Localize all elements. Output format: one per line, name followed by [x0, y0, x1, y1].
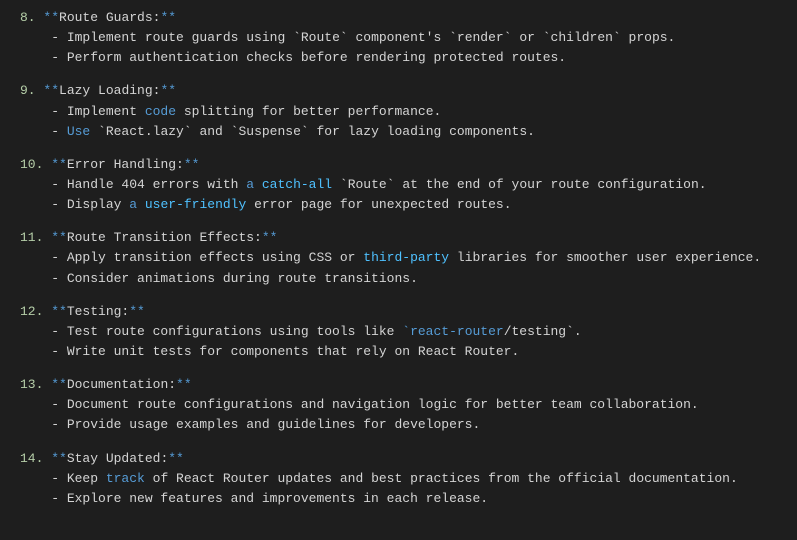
section: 12. **Testing:** - Test route configurat… — [20, 302, 797, 362]
code-line: - Implement code splitting for better pe… — [20, 102, 797, 122]
code-line: - Handle 404 errors with a catch-all `Ro… — [20, 175, 797, 195]
section: 10. **Error Handling:** - Handle 404 err… — [20, 155, 797, 215]
editor-content[interactable]: 8. **Route Guards:** - Implement route g… — [20, 8, 797, 509]
code-line: 8. **Route Guards:** — [20, 8, 797, 28]
code-line: - Explore new features and improvements … — [20, 489, 797, 509]
section: 13. **Documentation:** - Document route … — [20, 375, 797, 435]
section: 11. **Route Transition Effects:** - Appl… — [20, 228, 797, 288]
code-line: - Use `React.lazy` and `Suspense` for la… — [20, 122, 797, 142]
code-line: - Display a user-friendly error page for… — [20, 195, 797, 215]
code-line: - Apply transition effects using CSS or … — [20, 248, 797, 268]
code-line: - Provide usage examples and guidelines … — [20, 415, 797, 435]
code-line: 9. **Lazy Loading:** — [20, 81, 797, 101]
code-line: - Test route configurations using tools … — [20, 322, 797, 342]
section: 8. **Route Guards:** - Implement route g… — [20, 8, 797, 68]
code-line: 13. **Documentation:** — [20, 375, 797, 395]
code-line: 14. **Stay Updated:** — [20, 449, 797, 469]
section: 9. **Lazy Loading:** - Implement code sp… — [20, 81, 797, 141]
code-line: 11. **Route Transition Effects:** — [20, 228, 797, 248]
code-line: 10. **Error Handling:** — [20, 155, 797, 175]
code-line: - Implement route guards using `Route` c… — [20, 28, 797, 48]
code-line: - Consider animations during route trans… — [20, 269, 797, 289]
section: 14. **Stay Updated:** - Keep track of Re… — [20, 449, 797, 509]
code-line: - Keep track of React Router updates and… — [20, 469, 797, 489]
code-line: 12. **Testing:** — [20, 302, 797, 322]
code-line: - Write unit tests for components that r… — [20, 342, 797, 362]
code-line: - Perform authentication checks before r… — [20, 48, 797, 68]
code-line: - Document route configurations and navi… — [20, 395, 797, 415]
